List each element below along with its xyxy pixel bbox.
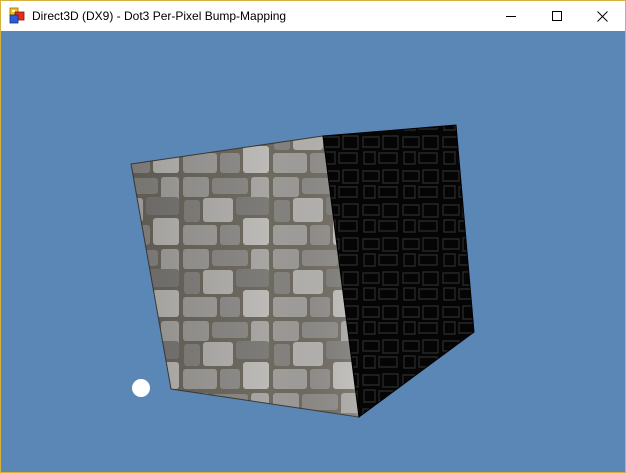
window-title: Direct3D (DX9) - Dot3 Per-Pixel Bump-Map… — [32, 9, 287, 23]
app-window: Direct3D (DX9) - Dot3 Per-Pixel Bump-Map… — [0, 0, 626, 473]
minimize-button[interactable] — [488, 1, 534, 31]
light-source-marker — [132, 379, 150, 397]
minimize-icon — [506, 16, 516, 17]
title-bar[interactable]: Direct3D (DX9) - Dot3 Per-Pixel Bump-Map… — [1, 1, 625, 31]
close-button[interactable] — [579, 1, 625, 31]
maximize-button[interactable] — [534, 1, 580, 31]
cube-front-shading — [131, 136, 359, 417]
render-viewport[interactable] — [1, 31, 625, 472]
directx-app-icon[interactable] — [8, 7, 26, 25]
bump-mapped-cube — [130, 124, 475, 418]
maximize-icon — [552, 11, 562, 21]
scene-canvas — [130, 124, 475, 418]
close-icon — [596, 10, 608, 22]
